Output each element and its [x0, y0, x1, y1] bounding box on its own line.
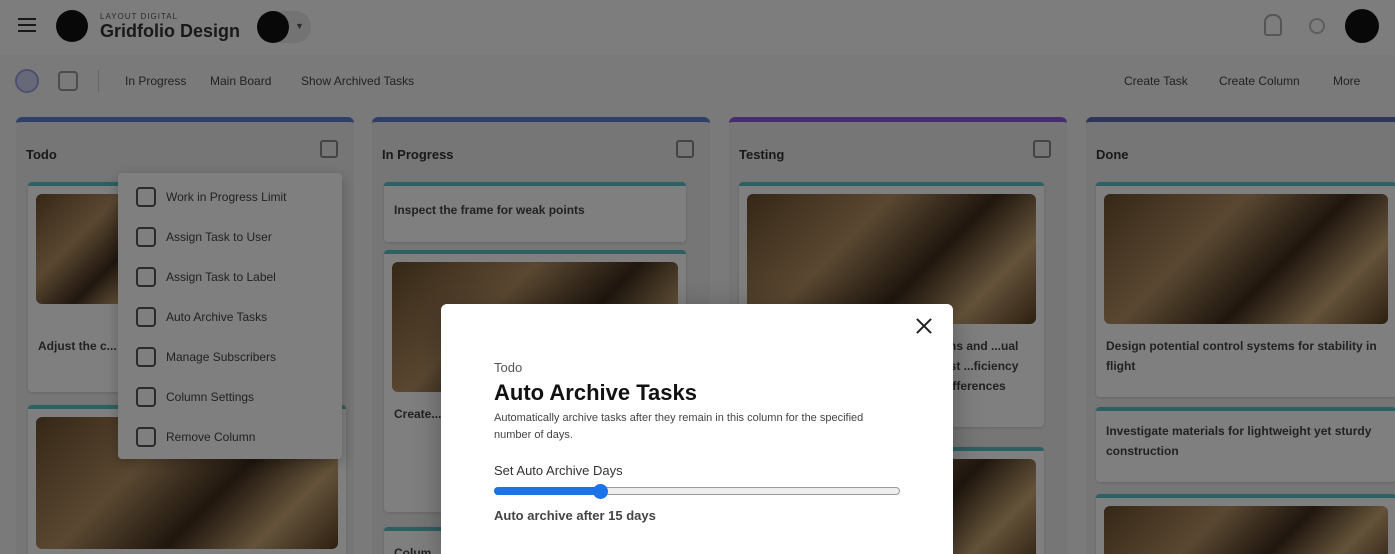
archive-days-value: Auto archive after 15 days — [494, 508, 656, 523]
slider-thumb[interactable] — [592, 484, 608, 499]
close-icon[interactable] — [913, 315, 935, 337]
modal-title: Auto Archive Tasks — [494, 380, 697, 405]
modal-column-name: Todo — [494, 360, 523, 375]
modal-description: Automatically archive tasks after they r… — [494, 412, 864, 441]
auto-archive-modal: Todo Auto Archive Tasks Automatically ar… — [441, 304, 953, 554]
slider-label: Set Auto Archive Days — [494, 463, 623, 478]
slider-fill — [494, 487, 600, 495]
archive-days-slider[interactable] — [494, 484, 900, 499]
